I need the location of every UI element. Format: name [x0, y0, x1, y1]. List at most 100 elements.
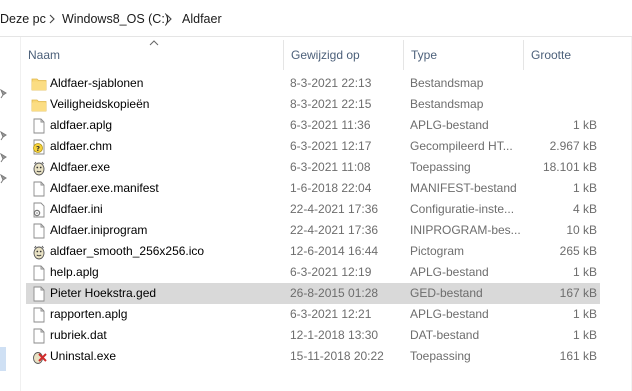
file-name: aldfaer.aplg [50, 118, 113, 132]
file-type: Gecompileerd HT... [410, 139, 513, 153]
file-date-modified: 15-11-2018 20:22 [290, 349, 384, 363]
file-size: 161 kB [559, 349, 597, 363]
folder-row[interactable]: Veiligheidskopieën 8-3-2021 22:15 Bestands… [26, 94, 600, 115]
column-date-modified[interactable]: Gewijzigd op [284, 40, 404, 70]
file-type: Pictogram [410, 244, 465, 258]
file-name: rubriek.dat [50, 328, 107, 342]
file-size: 2.967 kB [549, 139, 597, 153]
file-row[interactable]: rubriek.dat 12-1-2018 13:30 DAT-bestand 1 k… [26, 325, 600, 346]
file-date-modified: 22-4-2021 17:36 [290, 223, 379, 237]
file-row[interactable]: Aldfaer.iniprogram 22-4-2021 17:36 INIPROG… [26, 220, 600, 241]
svg-text:?: ? [36, 145, 40, 153]
file-icon [31, 307, 47, 323]
app-icon [31, 160, 47, 176]
file-row[interactable]: Aldfaer.exe 6-3-2021 11:08 Toepassing 18.10… [26, 157, 600, 178]
file-type: Bestandsmap [410, 97, 484, 111]
file-name: rapporten.aplg [50, 307, 128, 321]
file-type: APLG-bestand [410, 118, 489, 132]
pin-icon [0, 174, 7, 184]
file-name: Veiligheidskopieën [50, 97, 150, 111]
file-size: 167 kB [559, 286, 597, 300]
file-name: aldfaer.chm [50, 139, 113, 153]
file-name: Aldfaer.exe [50, 160, 111, 174]
file-row[interactable]: Aldfaer.ini 22-4-2021 17:36 Configuratie-i… [26, 199, 600, 220]
file-date-modified: 6-3-2021 12:17 [290, 139, 372, 153]
file-type: APLG-bestand [410, 265, 489, 279]
file-size: 265 kB [559, 244, 597, 258]
breadcrumb-chevron-icon[interactable] [165, 12, 177, 24]
file-size: 18.101 kB [542, 160, 597, 174]
file-size: 1 kB [572, 118, 597, 132]
breadcrumb-item-drive[interactable]: Windows8_OS (C:) [62, 12, 169, 26]
file-type: MANIFEST-bestand [410, 181, 517, 195]
column-type[interactable]: Type [404, 40, 524, 70]
file-row[interactable]: rapporten.aplg 6-3-2021 12:21 APLG-bestand… [26, 304, 600, 325]
file-date-modified: 12-1-2018 13:30 [290, 328, 379, 342]
file-row[interactable]: Uninstal.exe 15-11-2018 20:22 Toepassing 16… [26, 346, 600, 367]
settings-file-icon [31, 202, 47, 218]
file-row[interactable]: Aldfaer.exe.manifest 1-6-2018 22:04 MANIFE… [26, 178, 600, 199]
folder-icon [31, 76, 47, 92]
file-date-modified: 6-3-2021 12:21 [290, 307, 372, 321]
breadcrumb-chevron-icon[interactable] [48, 12, 60, 24]
file-icon [31, 328, 47, 344]
file-row[interactable]: Pieter Hoekstra.ged 26-8-2015 01:28 GED-be… [26, 283, 600, 304]
folder-row[interactable]: Aldfaer-sjablonen 8-3-2021 22:13 Bestandsm… [26, 73, 600, 94]
file-date-modified: 6-3-2021 11:36 [290, 118, 371, 132]
file-row[interactable]: help.aplg 6-3-2021 12:19 APLG-bestand 1 kB [26, 262, 600, 283]
file-name: Uninstal.exe [50, 349, 117, 363]
navigation-pane[interactable] [0, 37, 21, 391]
file-type: Configuratie-inste... [410, 202, 515, 216]
file-size: 1 kB [572, 265, 597, 279]
file-size: 4 kB [572, 202, 597, 216]
file-size: 1 kB [572, 328, 597, 342]
folder-icon [31, 97, 47, 113]
file-name: aldfaer_smooth_256x256.ico [50, 244, 205, 258]
file-icon [31, 181, 47, 197]
file-row[interactable]: aldfaer.aplg 6-3-2021 11:36 APLG-bestand 1 … [26, 115, 600, 136]
file-type: APLG-bestand [410, 307, 489, 321]
uninstall-app-icon [31, 349, 47, 365]
file-type: Toepassing [410, 160, 471, 174]
breadcrumb-item-this-pc[interactable]: Deze pc [0, 12, 46, 26]
file-size: 1 kB [572, 181, 597, 195]
file-date-modified: 22-4-2021 17:36 [290, 202, 379, 216]
file-name: Aldfaer-sjablonen [50, 76, 144, 90]
file-date-modified: 8-3-2021 22:15 [290, 97, 372, 111]
file-type: DAT-bestand [410, 328, 480, 342]
pin-icon [0, 131, 7, 141]
app-icon [31, 244, 47, 260]
file-name: help.aplg [50, 265, 99, 279]
file-name: Aldfaer.ini [50, 202, 103, 216]
file-date-modified: 12-6-2014 16:44 [290, 244, 379, 258]
file-type: GED-bestand [410, 286, 483, 300]
file-name: Aldfaer.exe.manifest [50, 181, 159, 195]
pin-icon [0, 89, 7, 99]
file-type: Toepassing [410, 349, 471, 363]
pin-icon [0, 153, 7, 163]
file-name: Aldfaer.iniprogram [50, 223, 148, 237]
file-icon [31, 118, 47, 134]
file-size: 10 kB [566, 223, 597, 237]
file-size: 1 kB [572, 307, 597, 321]
file-type: INIPROGRAM-bes... [410, 223, 521, 237]
file-row[interactable]: aldfaer_smooth_256x256.ico 12-6-2014 16:4… [26, 241, 600, 262]
file-icon [31, 223, 47, 239]
address-bar[interactable]: Deze pc Windows8_OS (C:) Aldfaer [0, 0, 632, 37]
file-date-modified: 8-3-2021 22:13 [290, 76, 372, 90]
breadcrumb-item-folder[interactable]: Aldfaer [182, 12, 222, 26]
file-row[interactable]: ? aldfaer.chm 6-3-2021 12:17 Gecompileerd H… [26, 136, 600, 157]
nav-selection-marker [0, 347, 6, 371]
file-icon [31, 265, 47, 281]
column-header: Naam Gewijzigd op Type Grootte [21, 40, 611, 70]
help-file-icon: ? [31, 139, 47, 155]
file-name: Pieter Hoekstra.ged [50, 286, 157, 300]
column-size[interactable]: Grootte [524, 40, 611, 70]
file-date-modified: 1-6-2018 22:04 [290, 181, 372, 195]
file-icon [31, 286, 47, 302]
file-list: Aldfaer-sjablonen 8-3-2021 22:13 Bestandsm… [26, 73, 600, 367]
file-date-modified: 6-3-2021 12:19 [290, 265, 372, 279]
file-type: Bestandsmap [410, 76, 484, 90]
file-date-modified: 6-3-2021 11:08 [290, 160, 371, 174]
column-name[interactable]: Naam [21, 40, 284, 70]
